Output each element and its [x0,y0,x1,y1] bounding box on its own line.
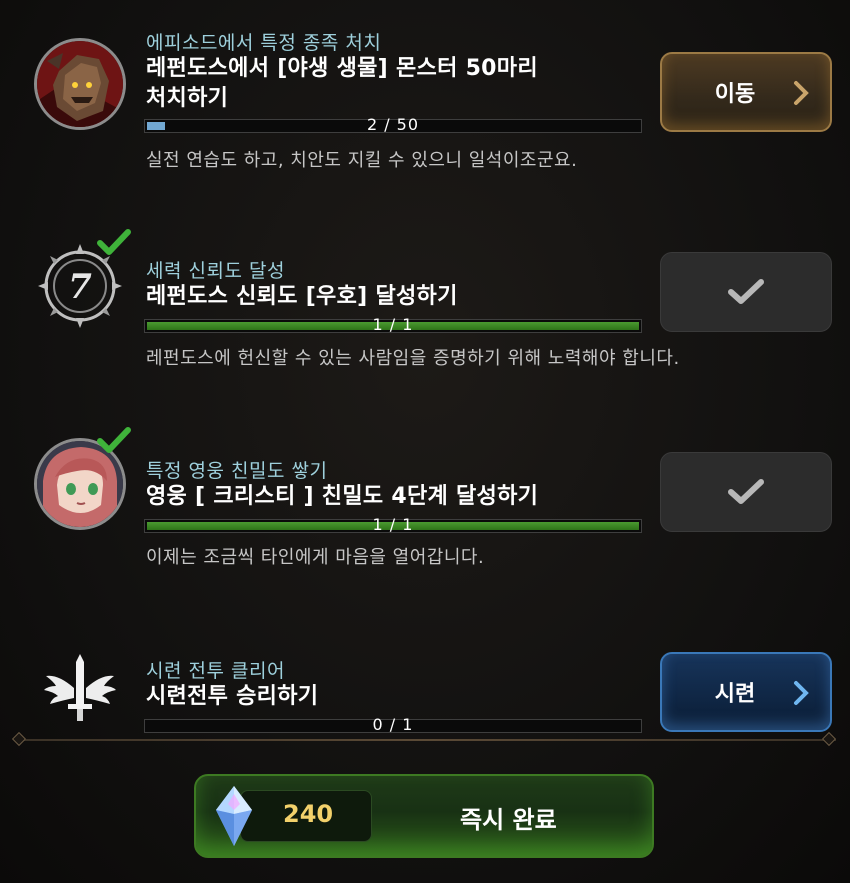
cost-value: 240 [283,800,334,828]
svg-text:7: 7 [68,267,92,307]
quest-icon-wrap [34,38,130,134]
divider-ornament-right [821,731,837,747]
chevron-right-icon [794,81,809,105]
trial-button[interactable]: 시련 [660,652,832,732]
instant-complete-label: 즉시 완료 [460,806,557,834]
quest-icon-wrap [34,427,131,534]
quest-description: 레펀도스에 헌신할 수 있는 사람임을 증명하기 위해 노력해야 합니다. [146,348,680,369]
quest-title: 레펀도스에서 [야생 생물] 몬스터 50마리 [146,56,538,81]
completed-button[interactable] [660,452,832,532]
completed-button[interactable] [660,252,832,332]
quest-description: 이제는 조금씩 타인에게 마음을 열어갑니다. [146,547,485,568]
chevron-right-icon [794,681,809,705]
golem-portrait-icon [34,38,126,130]
move-button-label: 이동 [714,82,756,107]
quest-description: 실전 연습도 하고, 치안도 지킬 수 있으니 일석이조군요. [146,150,578,171]
completed-check-icon [97,229,131,255]
quest-icon-wrap: 7 [34,229,131,336]
quest-title: 시련전투 승리하기 [146,684,319,709]
divider [14,739,836,741]
divider-ornament-left [11,731,27,747]
quest-title-continued: 처치하기 [146,86,229,111]
progress-count: 1 / 1 [372,515,414,534]
trial-button-label: 시련 [714,682,756,707]
completed-check-icon [97,427,131,453]
progress-count: 1 / 1 [372,315,414,334]
quest-category: 특정 영웅 친밀도 쌓기 [146,460,328,482]
check-icon [728,479,764,504]
progress-count: 2 / 50 [366,115,420,134]
quest-category: 세력 신뢰도 달성 [146,260,285,282]
winged-sword-icon [44,654,116,721]
quest-title: 영웅 [ 크리스티 ] 친밀도 4단계 달성하기 [146,484,539,509]
quest-icon-wrap [34,648,130,744]
check-icon [728,279,764,304]
crystal-icon [216,786,252,846]
quest-category: 에피소드에서 특정 종족 처치 [146,32,382,54]
move-button[interactable]: 이동 [660,52,832,132]
quest-category: 시련 전투 클리어 [146,660,285,682]
quest-title: 레펀도스 신뢰도 [우호] 달성하기 [146,284,458,309]
progress-count: 0 / 1 [372,715,414,734]
